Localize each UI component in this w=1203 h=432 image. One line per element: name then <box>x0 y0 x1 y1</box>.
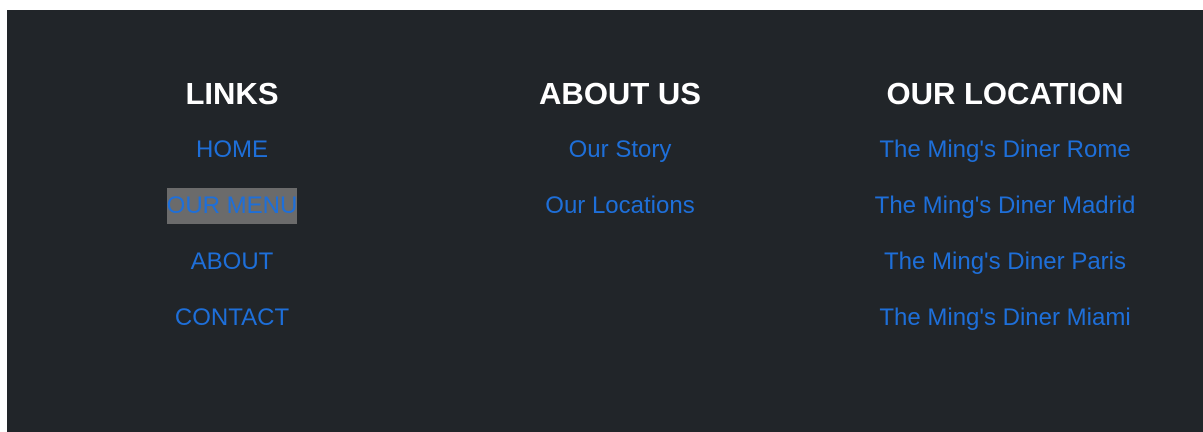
list-item: CONTACT <box>132 300 332 356</box>
list-item: Our Locations <box>520 188 720 244</box>
links-column: LINKS HOME OUR MENU ABOUT CONTACT <box>132 76 332 356</box>
list-item: The Ming's Diner Rome <box>845 132 1165 188</box>
links-heading: LINKS <box>185 76 279 111</box>
our-menu-link[interactable]: OUR MENU <box>166 188 298 224</box>
list-item: HOME <box>132 132 332 188</box>
paris-location-link[interactable]: The Ming's Diner Paris <box>884 244 1126 280</box>
our-locations-link[interactable]: Our Locations <box>545 188 694 224</box>
about-heading: ABOUT US <box>539 76 701 111</box>
contact-link[interactable]: CONTACT <box>175 300 289 336</box>
list-item: The Ming's Diner Paris <box>845 244 1165 300</box>
list-item: Our Story <box>520 132 720 188</box>
our-story-link[interactable]: Our Story <box>569 132 672 168</box>
list-item: OUR MENU <box>132 188 332 244</box>
location-column: OUR LOCATION The Ming's Diner Rome The M… <box>845 76 1165 356</box>
list-item: ABOUT <box>132 244 332 300</box>
list-item: The Ming's Diner Miami <box>845 300 1165 356</box>
location-list: The Ming's Diner Rome The Ming's Diner M… <box>845 132 1165 356</box>
about-link[interactable]: ABOUT <box>191 244 274 280</box>
madrid-location-link[interactable]: The Ming's Diner Madrid <box>875 188 1136 224</box>
about-column: ABOUT US Our Story Our Locations <box>520 76 720 244</box>
site-footer: LINKS HOME OUR MENU ABOUT CONTACT ABOUT … <box>7 10 1203 432</box>
list-item: The Ming's Diner Madrid <box>845 188 1165 244</box>
home-link[interactable]: HOME <box>196 132 268 168</box>
about-list: Our Story Our Locations <box>520 132 720 244</box>
location-heading: OUR LOCATION <box>886 76 1124 111</box>
links-list: HOME OUR MENU ABOUT CONTACT <box>132 132 332 356</box>
miami-location-link[interactable]: The Ming's Diner Miami <box>879 300 1130 336</box>
rome-location-link[interactable]: The Ming's Diner Rome <box>879 132 1130 168</box>
